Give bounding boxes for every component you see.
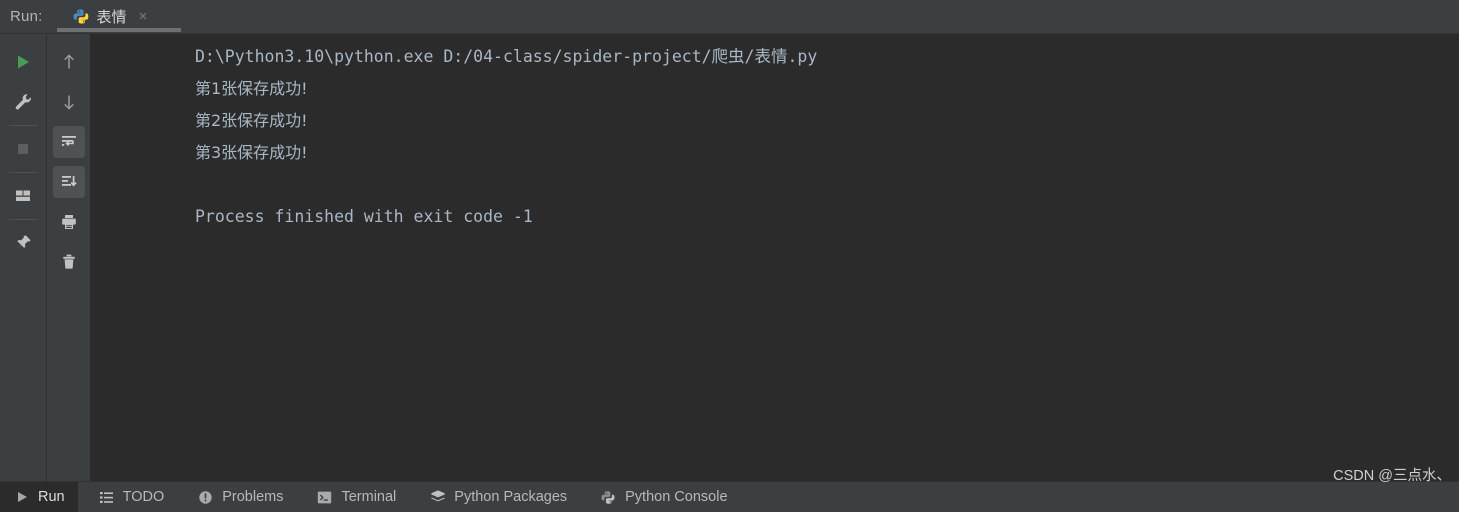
csdn-watermark: CSDN @三点水、 [1333,468,1451,484]
status-problems-label: Problems [222,489,284,505]
run-secondary-toolbar [46,34,90,481]
arrow-down-icon [59,92,79,112]
toolbar-separator [9,219,37,220]
arrow-up-icon [59,52,79,72]
up-the-stack-trace-button[interactable] [53,46,85,78]
down-the-stack-trace-button[interactable] [53,86,85,118]
console-line: Process finished with exit code -1 [195,207,533,226]
stop-icon [13,139,33,159]
status-problems[interactable]: Problems [184,482,296,512]
pycharm-run-tool-window: Run: 表情 × D:\Python3.10\python.exe D:/04… [0,0,1459,512]
stop-button[interactable] [7,133,39,165]
scroll-to-end-icon [59,172,79,192]
status-bar-gap [296,482,303,512]
toolbar-separator [9,125,37,126]
console-line: 第2张保存成功! [195,111,308,130]
active-tab-underline [57,28,181,32]
terminal-icon [316,489,333,506]
console-line: 第1张保存成功! [195,79,308,98]
soft-wrap-icon [59,132,79,152]
status-bar-gap [580,482,587,512]
status-python-packages[interactable]: Python Packages [416,482,580,512]
status-bar-gap [409,482,416,512]
modify-run-configuration-button[interactable] [7,86,39,118]
status-run[interactable]: Run [0,482,78,512]
status-bar: Run TODO Problems Terminal Python Packag… [0,468,1459,512]
pin-icon [13,233,33,253]
pin-tab-button[interactable] [7,227,39,259]
status-terminal-label: Terminal [341,489,397,505]
run-toolwindow-header: Run: 表情 × [0,0,1459,34]
status-python-console[interactable]: Python Console [587,482,740,512]
soft-wrap-button[interactable] [52,126,85,158]
run-tab-label: 表情 [96,9,127,26]
python-icon [73,8,90,25]
close-icon[interactable]: × [137,9,150,24]
warning-icon [197,489,214,506]
clear-all-button[interactable] [53,246,85,278]
wrench-icon [13,92,33,112]
layers-icon [429,489,446,506]
printer-icon [59,212,79,232]
trash-icon [59,252,79,272]
status-python-console-label: Python Console [625,489,728,505]
status-terminal[interactable]: Terminal [303,482,409,512]
run-console-output[interactable]: D:\Python3.10\python.exe D:/04-class/spi… [90,34,1459,481]
rerun-button[interactable] [7,46,39,78]
run-label: Run: [10,8,43,25]
python-icon [600,489,617,506]
status-todo[interactable]: TODO [85,482,178,512]
list-icon [98,489,115,506]
layout-icon [13,186,33,206]
play-icon [13,52,33,72]
status-run-label: Run [38,489,65,505]
run-body: D:\Python3.10\python.exe D:/04-class/spi… [0,34,1459,481]
play-icon [13,489,30,506]
run-left-toolbar [0,34,46,481]
status-todo-label: TODO [122,489,165,505]
status-bar-gap [78,482,85,512]
scroll-to-end-button[interactable] [52,166,85,198]
console-line: D:\Python3.10\python.exe D:/04-class/spi… [195,47,818,66]
layout-settings-button[interactable] [7,180,39,212]
status-bar-gap [177,482,184,512]
print-button[interactable] [53,206,85,238]
console-line: 第3张保存成功! [195,143,308,162]
toolbar-separator [9,172,37,173]
status-python-packages-label: Python Packages [454,489,568,505]
